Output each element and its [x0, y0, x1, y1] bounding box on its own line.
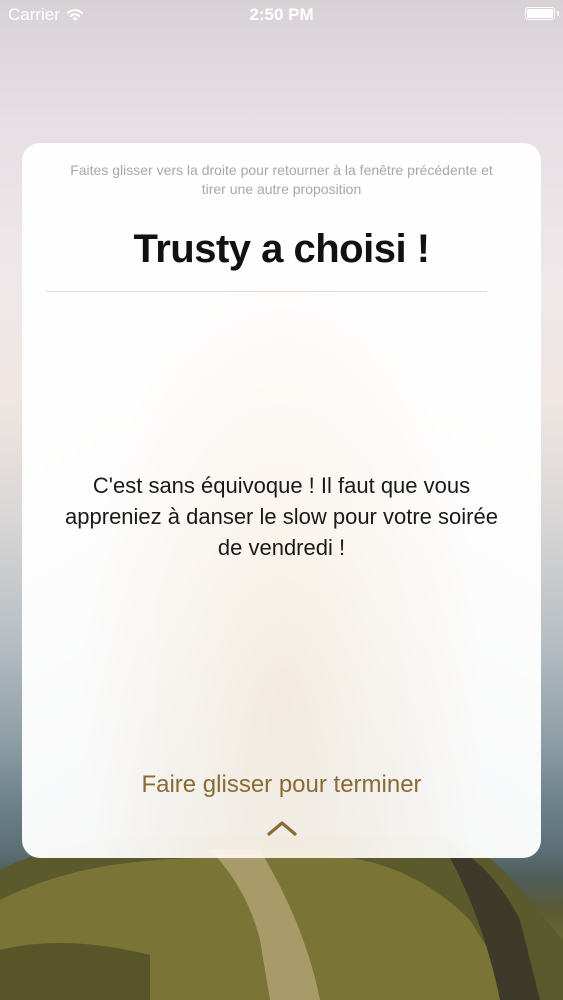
swipe-to-finish-label[interactable]: Faire glisser pour terminer: [22, 771, 541, 799]
status-time: 2:50 PM: [249, 5, 314, 24]
title-divider: [46, 291, 487, 292]
result-card[interactable]: Faites glisser vers la droite pour retou…: [22, 143, 541, 858]
battery-fill: [527, 9, 553, 18]
chevron-up-icon[interactable]: [266, 819, 298, 837]
result-message: C'est sans équivoque ! Il faut que vous …: [65, 473, 498, 560]
battery-icon: [525, 7, 559, 20]
swipe-back-hint: Faites glisser vers la droite pour retou…: [70, 162, 493, 197]
card-title: Trusty a choisi !: [133, 227, 430, 271]
status-bar: Carrier 2:50 PM: [0, 0, 563, 30]
screen: Carrier 2:50 PM Faites glisser vers la d…: [0, 0, 563, 1000]
